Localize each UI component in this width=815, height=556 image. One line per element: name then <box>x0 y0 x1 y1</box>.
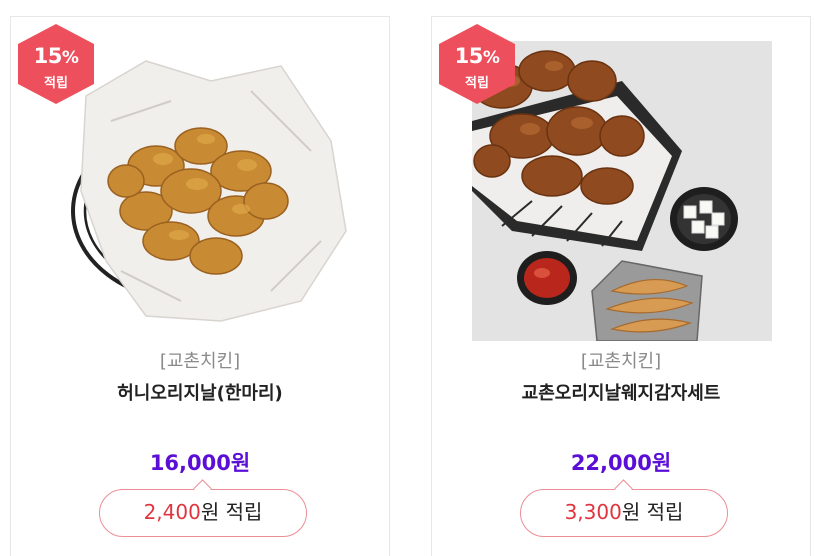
points-amount: 2,400 <box>143 500 201 524</box>
points-amount: 3,300 <box>564 500 622 524</box>
points-suffix: 원 적립 <box>621 500 684 524</box>
reward-badge: 15% 적립 <box>16 22 96 106</box>
product-image[interactable] <box>51 41 351 341</box>
badge-percent-sign: % <box>61 48 79 68</box>
badge-percent-sign: % <box>482 48 500 68</box>
product-price: 16,000원 <box>149 451 251 475</box>
product-card[interactable]: 15% 적립 <box>431 16 811 556</box>
chicken-wedge-set-image <box>472 41 772 341</box>
badge-label: 적립 <box>465 76 489 91</box>
points-reward-pill: 3,300원 적립 <box>520 489 728 537</box>
product-card[interactable]: 15% 적립 <box>10 16 390 556</box>
fried-chicken-basket-image <box>71 60 347 322</box>
points-suffix: 원 적립 <box>200 500 263 524</box>
product-name[interactable]: 교촌오리지날웨지감자세트 <box>432 379 810 405</box>
product-brand: [교촌치킨] <box>159 351 241 372</box>
badge-label: 적립 <box>44 76 68 91</box>
product-name[interactable]: 허니오리지날(한마리) <box>11 379 389 405</box>
points-reward-pill: 2,400원 적립 <box>99 489 307 537</box>
product-price: 22,000원 <box>570 451 672 475</box>
reward-badge: 15% 적립 <box>437 22 517 106</box>
product-brand: [교촌치킨] <box>580 351 662 372</box>
product-image[interactable] <box>472 41 772 341</box>
badge-percent: 15 <box>454 44 484 68</box>
badge-percent: 15 <box>33 44 63 68</box>
